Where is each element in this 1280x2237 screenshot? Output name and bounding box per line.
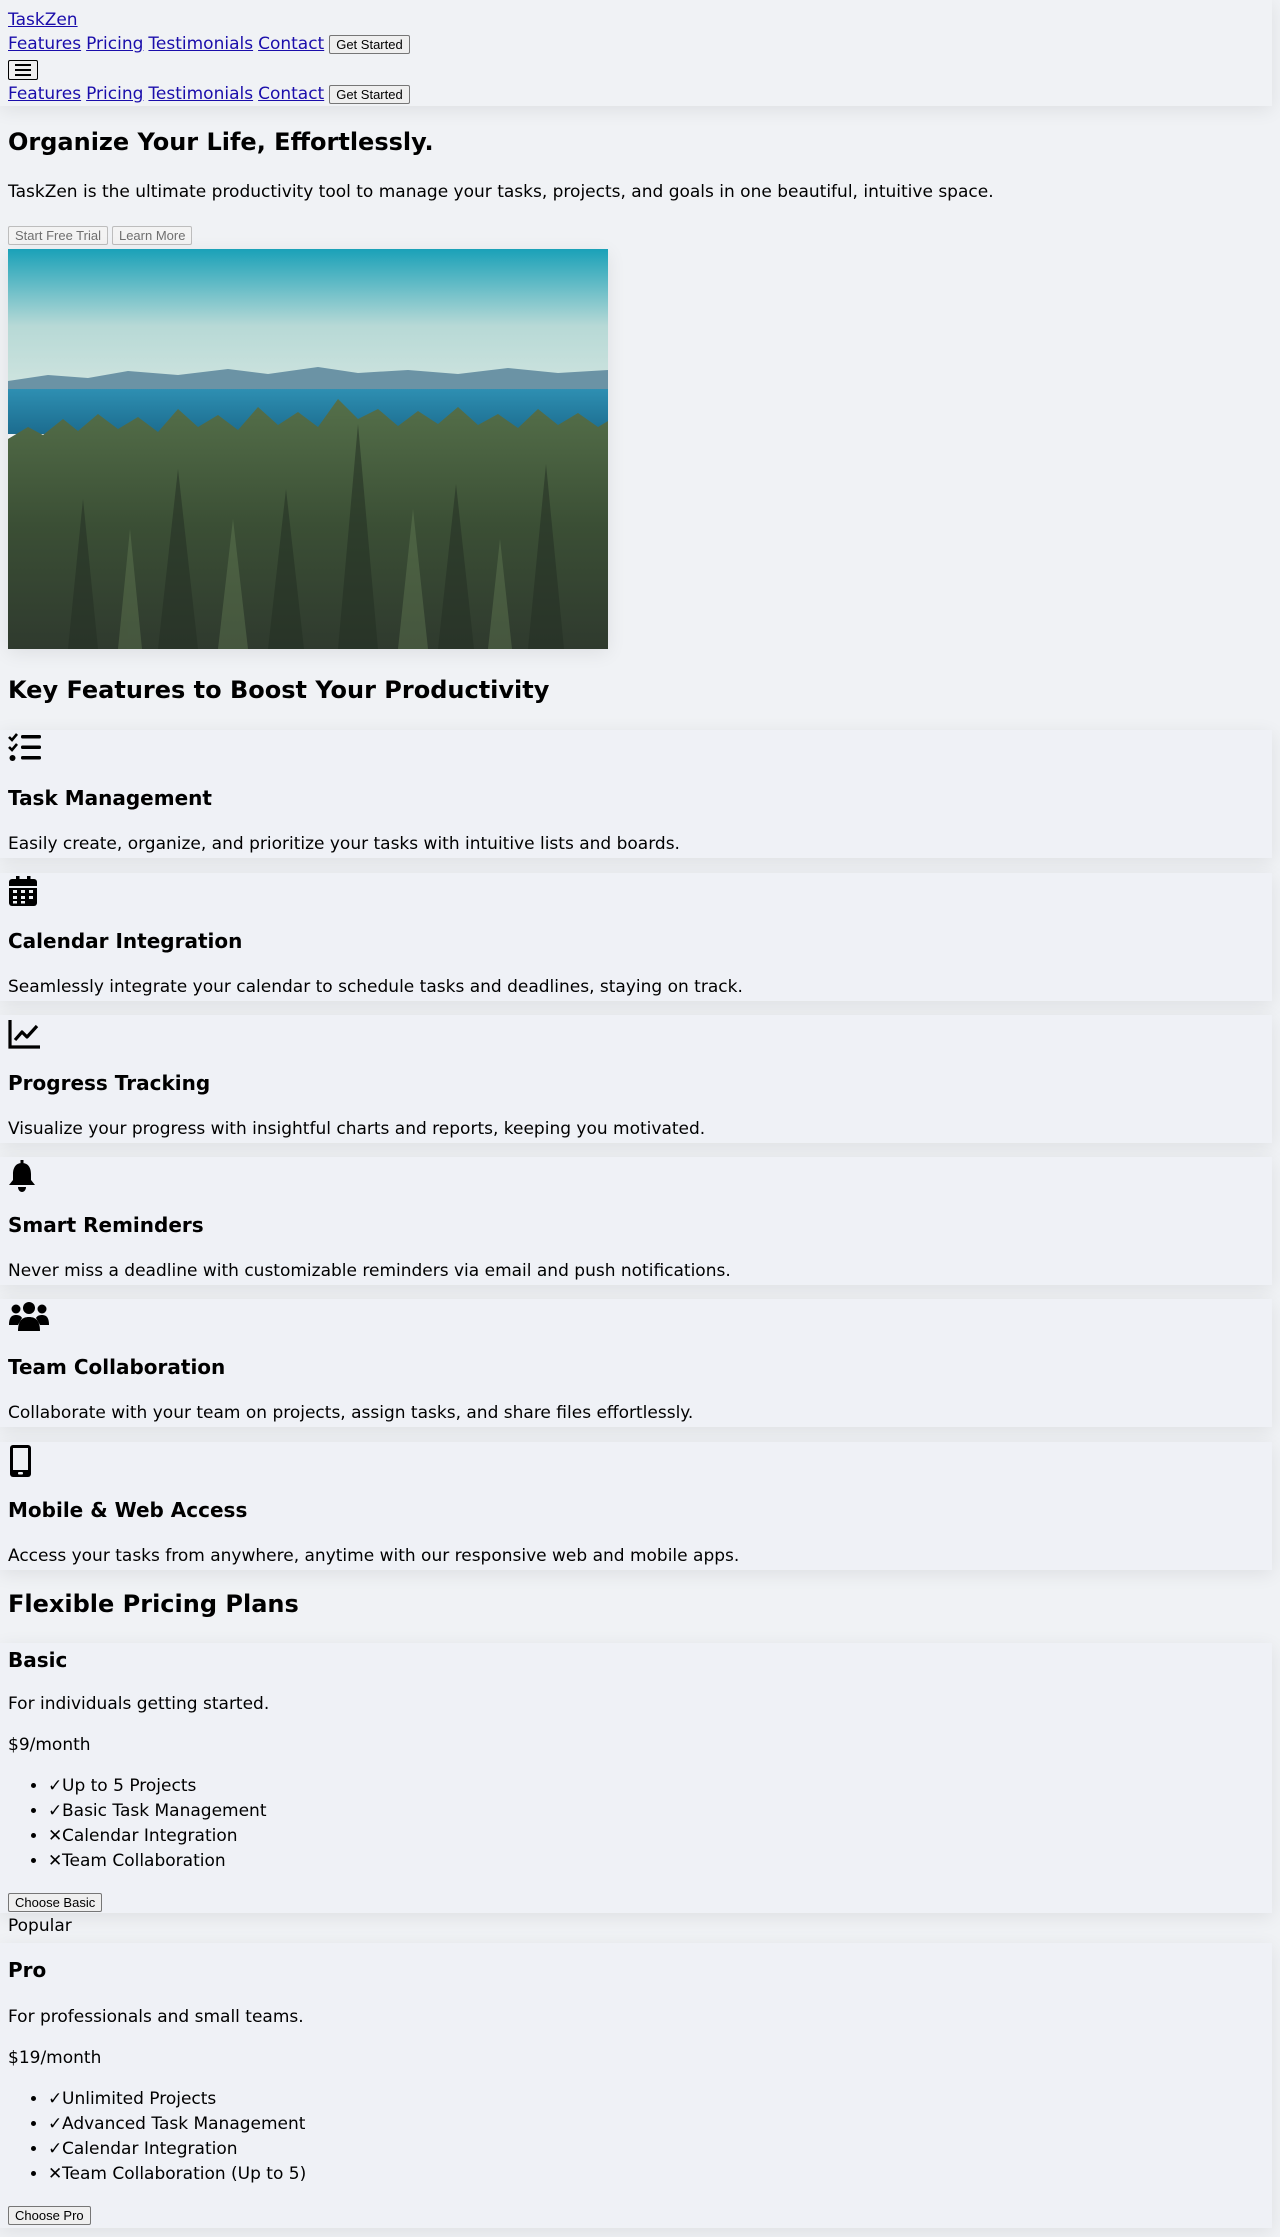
feature-card-calendar-integration: Calendar Integration Seamlessly integrat… <box>0 873 1272 1001</box>
popular-badge: Popular <box>8 1916 72 1936</box>
feature-title: Task Management <box>8 786 212 810</box>
hero-subtitle: TaskZen is the ultimate productivity too… <box>8 182 994 202</box>
feature-title: Mobile & Web Access <box>8 1498 248 1522</box>
start-free-trial-button[interactable]: Start Free Trial <box>8 226 108 245</box>
plan-feature-included: ✓Basic Task Management <box>48 1799 267 1824</box>
plan-feature-included: ✓Unlimited Projects <box>48 2087 306 2112</box>
feature-text: Seamlessly integrate your calendar to sc… <box>8 977 743 997</box>
feature-text: Access your tasks from anywhere, anytime… <box>8 1546 740 1566</box>
chart-line-icon <box>8 1020 40 1049</box>
check-icon: ✓ <box>48 1801 63 1821</box>
users-icon <box>9 1302 49 1331</box>
mobile-icon <box>10 1445 31 1477</box>
plan-features-list: ✓Unlimited Projects ✓Advanced Task Manag… <box>8 2087 306 2187</box>
calendar-icon <box>9 876 37 906</box>
plan-price: $19/month <box>8 2048 102 2068</box>
plan-description: For individuals getting started. <box>8 1694 270 1714</box>
get-started-button[interactable]: Get Started <box>329 34 410 54</box>
mobile-nav-link-testimonials[interactable]: Testimonials <box>148 84 253 104</box>
feature-text: Easily create, organize, and prioritize … <box>8 834 680 854</box>
plan-feature-included: ✓Up to 5 Projects <box>48 1774 267 1799</box>
nav-link-pricing[interactable]: Pricing <box>86 34 143 54</box>
hero-title: Organize Your Life, Effortlessly. <box>8 128 434 156</box>
feature-card-smart-reminders: Smart Reminders Never miss a deadline wi… <box>0 1157 1272 1285</box>
feature-text: Collaborate with your team on projects, … <box>8 1403 694 1423</box>
nav-link-contact[interactable]: Contact <box>258 34 324 54</box>
list-check-icon <box>8 733 41 761</box>
feature-text: Never miss a deadline with customizable … <box>8 1261 731 1281</box>
mobile-nav-link-contact[interactable]: Contact <box>258 84 324 104</box>
hero-actions: Start Free Trial Learn More <box>8 226 193 245</box>
plan-feature-excluded: ✕Team Collaboration (Up to 5) <box>48 2162 306 2187</box>
plan-feature-excluded: ✕Team Collaboration <box>48 1849 267 1874</box>
check-icon: ✓ <box>48 1776 63 1796</box>
feature-title: Team Collaboration <box>8 1355 226 1379</box>
plan-features-list: ✓Up to 5 Projects ✓Basic Task Management… <box>8 1774 267 1874</box>
plan-price: $9/month <box>8 1735 91 1755</box>
bell-icon <box>9 1160 35 1192</box>
cross-icon: ✕ <box>48 2164 63 2184</box>
pricing-card-basic: Basic For individuals getting started. $… <box>0 1643 1272 1913</box>
desktop-nav: Features Pricing Testimonials Contact Ge… <box>8 34 410 54</box>
mobile-nav: Features Pricing Testimonials Contact Ge… <box>8 84 410 104</box>
cross-icon: ✕ <box>48 1826 63 1846</box>
check-icon: ✓ <box>48 2089 63 2109</box>
hero-image <box>8 249 608 649</box>
brand-logo-link[interactable]: TaskZen <box>8 10 78 30</box>
feature-title: Calendar Integration <box>8 929 243 953</box>
feature-card-team-collaboration: Team Collaboration Collaborate with your… <box>0 1299 1272 1427</box>
site-header: TaskZen Features Pricing Testimonials Co… <box>0 0 1272 106</box>
hamburger-menu-button[interactable] <box>8 60 38 80</box>
feature-card-progress-tracking: Progress Tracking Visualize your progres… <box>0 1015 1272 1143</box>
feature-title: Smart Reminders <box>8 1213 204 1237</box>
pricing-card-pro: Pro For professionals and small teams. $… <box>0 1943 1272 2228</box>
check-icon: ✓ <box>48 2114 63 2134</box>
mobile-nav-link-features[interactable]: Features <box>8 84 81 104</box>
check-icon: ✓ <box>48 2139 63 2159</box>
cross-icon: ✕ <box>48 1851 63 1871</box>
plan-name: Pro <box>8 1958 47 1982</box>
pricing-title: Flexible Pricing Plans <box>8 1590 299 1618</box>
plan-description: For professionals and small teams. <box>8 2007 304 2027</box>
choose-basic-button[interactable]: Choose Basic <box>8 1893 103 1912</box>
menu-icon <box>15 64 31 76</box>
plan-feature-excluded: ✕Calendar Integration <box>48 1824 267 1849</box>
mobile-get-started-button[interactable]: Get Started <box>329 84 410 104</box>
feature-card-task-management: Task Management Easily create, organize,… <box>0 730 1272 858</box>
plan-name: Basic <box>8 1648 68 1672</box>
feature-card-mobile-web-access: Mobile & Web Access Access your tasks fr… <box>0 1442 1272 1570</box>
choose-pro-button[interactable]: Choose Pro <box>8 2206 91 2225</box>
mobile-nav-link-pricing[interactable]: Pricing <box>86 84 143 104</box>
plan-feature-included: ✓Calendar Integration <box>48 2137 306 2162</box>
learn-more-button[interactable]: Learn More <box>111 226 193 245</box>
feature-text: Visualize your progress with insightful … <box>8 1119 706 1139</box>
feature-title: Progress Tracking <box>8 1071 211 1095</box>
nav-link-testimonials[interactable]: Testimonials <box>148 34 253 54</box>
features-title: Key Features to Boost Your Productivity <box>8 676 550 704</box>
plan-feature-included: ✓Advanced Task Management <box>48 2112 306 2137</box>
nav-link-features[interactable]: Features <box>8 34 81 54</box>
